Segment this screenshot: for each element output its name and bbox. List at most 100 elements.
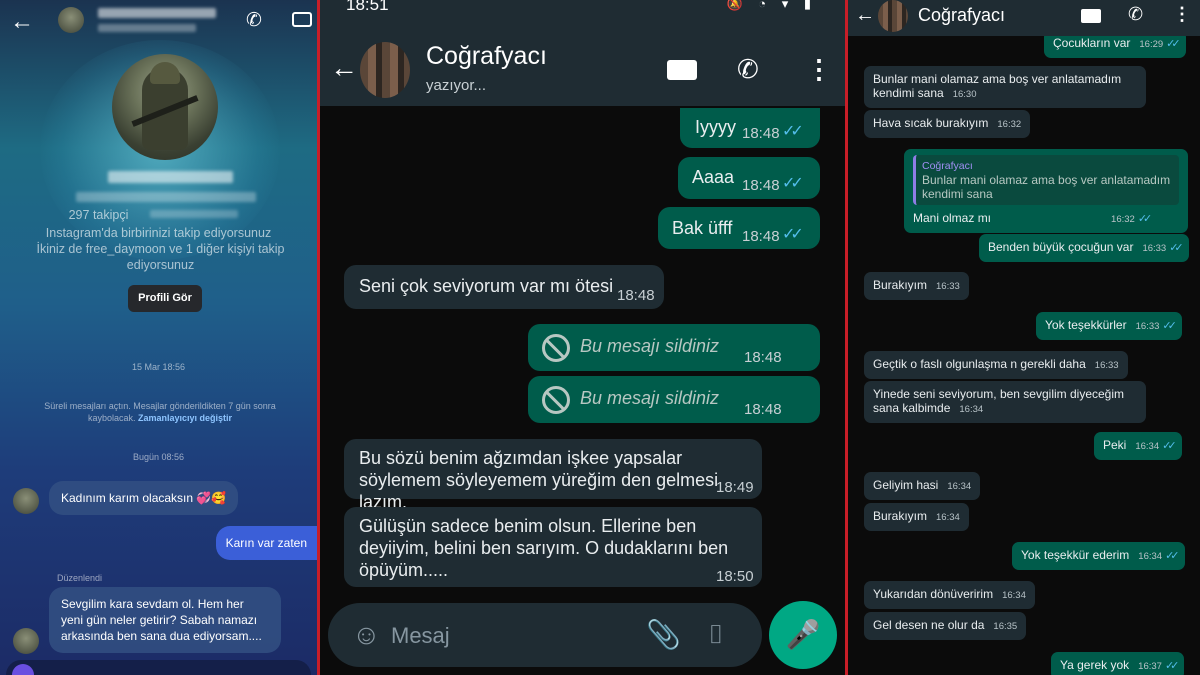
message-time: 18:49 <box>716 479 754 496</box>
message-text: Bu mesajı sildiniz <box>580 336 720 356</box>
read-receipt-icon: ✓✓ <box>1137 213 1153 225</box>
message-outgoing[interactable]: Yok teşekkürler 16:33 ✓✓ <box>1036 312 1182 340</box>
vanish-mode-notice: Süreli mesajları açtın. Mesajlar gönderi… <box>44 401 276 423</box>
message-time: 16:32 <box>1111 214 1135 225</box>
timestamp-1: 15 Mar 18:56 <box>131 362 186 372</box>
mutual-follow-text: Instagram'da birbirinizi takip ediyorsun… <box>45 226 272 240</box>
deleted-message[interactable]: Bu mesajı sildiniz 18:48 <box>528 324 820 371</box>
deleted-message[interactable]: Bu mesajı sildiniz 18:48 <box>528 376 820 423</box>
deleted-icon <box>542 386 570 414</box>
message-bubble-incoming[interactable]: Sevgilim kara sevdam ol. Hem her yeni gü… <box>49 587 281 653</box>
message-text: Yok teşekkür ederim <box>1021 548 1130 562</box>
phone-icon[interactable]: ✆ <box>246 9 262 32</box>
deleted-icon <box>542 334 570 362</box>
message-text: Bu mesajı sildiniz <box>580 388 720 408</box>
message-time: 16:29 <box>1139 39 1164 50</box>
chat-header: ← Coğrafyacı ✆ ⋮ <box>848 0 1200 36</box>
video-call-icon[interactable] <box>292 12 312 27</box>
message-text: Gel desen ne olur da <box>873 618 985 632</box>
message-bubble-incoming[interactable]: Kadınım karım olacaksın 💞🥰 <box>49 481 239 515</box>
quoted-message[interactable]: Coğrafyacı Bunlar mani olamaz ama boş ve… <box>913 155 1179 205</box>
message-incoming[interactable]: Gülüşün sadece benim olsun. Ellerine ben… <box>344 507 762 587</box>
message-incoming[interactable]: Geliyim hasi 16:34 <box>864 472 981 500</box>
back-arrow-icon[interactable]: ← <box>855 4 875 27</box>
message-text: Ya gerek yok <box>1060 658 1130 672</box>
timestamp-2: Bugün 08:56 <box>132 452 185 462</box>
phone-icon[interactable]: ✆ <box>1128 4 1143 25</box>
message-text: Benden büyük çocuğun var <box>988 240 1134 254</box>
message-incoming[interactable]: Bunlar mani olamaz ama boş ver anlatamad… <box>864 66 1146 108</box>
instagram-header: ← ✆ <box>0 0 317 42</box>
message-time: 18:48 <box>742 125 780 142</box>
profile-avatar[interactable] <box>112 54 218 160</box>
header-avatar[interactable] <box>58 7 84 33</box>
blurred-profile-name <box>108 171 233 183</box>
message-composer[interactable]: ☺ Mesaj 📎 ⌷ <box>328 603 762 667</box>
status-bar: 18:51 🔕 ◔ ▾ ▮ <box>320 0 845 14</box>
message-text: Gülüşün sadece benim olsun. Ellerine ben… <box>359 516 729 580</box>
message-outgoing[interactable]: Ya gerek yok 16:37 ✓✓ <box>1051 652 1185 675</box>
read-receipt-icon: ✓✓ <box>1162 440 1177 452</box>
message-text: Bak üfff <box>672 218 733 238</box>
view-profile-button[interactable]: Profili Gör <box>128 285 202 312</box>
sender-avatar[interactable] <box>13 628 39 654</box>
message-incoming[interactable]: Yukarıdan dönüveririm 16:34 <box>864 581 1035 609</box>
back-arrow-icon[interactable]: ← <box>330 52 358 84</box>
phone-icon[interactable]: ✆ <box>737 54 759 85</box>
read-receipt-icon: ✓✓ <box>1164 660 1180 672</box>
message-input[interactable]: Mesaj <box>391 623 450 649</box>
message-text: Yukarıdan dönüveririm <box>873 587 994 601</box>
sender-avatar[interactable] <box>13 488 39 514</box>
edited-label: Düzenlendi <box>57 573 103 583</box>
message-outgoing[interactable]: Aaaa 18:48 ✓✓ <box>678 157 820 199</box>
back-arrow-icon[interactable]: ← <box>10 8 34 36</box>
read-receipt-icon: ✓✓ <box>782 123 804 140</box>
message-incoming[interactable]: Geçtik o faslı olgunlaşma n gerekli daha… <box>864 351 1128 379</box>
message-outgoing[interactable]: Iyyyy 18:48 ✓✓ <box>680 108 820 148</box>
message-incoming[interactable]: Burakıyım 16:34 <box>864 503 969 531</box>
message-incoming[interactable]: Seni çok seviyorum var mı ötesi 18:48 <box>344 265 664 309</box>
contact-avatar[interactable] <box>360 42 410 98</box>
message-bubble-outgoing[interactable]: Karın var zaten <box>215 526 317 560</box>
message-time: 16:33 <box>1094 360 1119 371</box>
more-options-icon[interactable]: ⋮ <box>1173 4 1191 25</box>
message-time: 18:48 <box>617 287 655 304</box>
message-text: Geçtik o faslı olgunlaşma n gerekli daha <box>873 357 1086 371</box>
message-text: Seni çok seviyorum var mı ötesi <box>359 276 614 296</box>
read-receipt-icon: ✓✓ <box>1169 242 1184 254</box>
message-text: Yinede seni seviyorum, ben sevgilim diye… <box>873 387 1125 415</box>
message-incoming[interactable]: Hava sıcak burakıyım 16:32 <box>864 110 1031 138</box>
video-call-icon[interactable] <box>667 60 697 80</box>
blurred-profile-handle <box>76 192 256 202</box>
reply-message[interactable]: Coğrafyacı Bunlar mani olamaz ama boş ve… <box>904 149 1188 233</box>
message-time: 18:48 <box>744 349 782 366</box>
read-receipt-icon: ✓✓ <box>782 226 804 243</box>
emoji-icon[interactable]: ☺ <box>352 619 381 651</box>
message-time: 16:34 <box>1138 551 1163 562</box>
message-composer[interactable] <box>6 660 311 675</box>
instagram-dm-panel: ← ✆ 297 takipçi Instagram'da birbirinizi… <box>0 0 317 675</box>
more-options-icon[interactable]: ⋮ <box>806 54 832 85</box>
message-outgoing[interactable]: Yok teşekkür ederim 16:34 ✓✓ <box>1012 542 1185 570</box>
change-timer-link[interactable]: Zamanlayıcıyı değiştir <box>138 413 232 423</box>
quote-text: Bunlar mani olamaz ama boş ver anlatamad… <box>922 173 1171 201</box>
message-outgoing[interactable]: Peki 16:34 ✓✓ <box>1094 432 1182 460</box>
video-call-icon[interactable] <box>1081 9 1101 23</box>
contact-avatar[interactable] <box>878 0 908 32</box>
message-incoming[interactable]: Gel desen ne olur da 16:35 <box>864 612 1027 640</box>
mutual-accounts-text: İkiniz de free_daymoon ve 1 diğer kişiyi… <box>36 242 285 272</box>
attach-icon[interactable]: 📎 <box>646 618 681 651</box>
blurred-handle <box>98 24 196 32</box>
message-time: 16:34 <box>1002 590 1026 601</box>
camera-icon[interactable]: ⌷ <box>708 619 724 651</box>
message-incoming[interactable]: Yinede seni seviyorum, ben sevgilim diye… <box>864 381 1146 423</box>
message-outgoing[interactable]: Benden büyük çocuğun var 16:33 ✓✓ <box>979 234 1189 262</box>
message-outgoing[interactable]: Bak üfff 18:48 ✓✓ <box>658 207 820 249</box>
message-time: 16:34 <box>1135 441 1160 452</box>
whatsapp-chat-panel: 18:51 🔕 ◔ ▾ ▮ ← Coğrafyacı yazıyor... ✆ … <box>320 0 845 675</box>
contact-name[interactable]: Coğrafyacı <box>918 5 1005 26</box>
message-incoming[interactable]: Burakıyım 16:33 <box>864 272 969 300</box>
message-incoming[interactable]: Bu sözü benim ağzımdan işkee yapsalar sö… <box>344 439 762 512</box>
mic-button[interactable]: 🎤 <box>769 601 837 669</box>
contact-name[interactable]: Coğrafyacı <box>426 42 547 71</box>
